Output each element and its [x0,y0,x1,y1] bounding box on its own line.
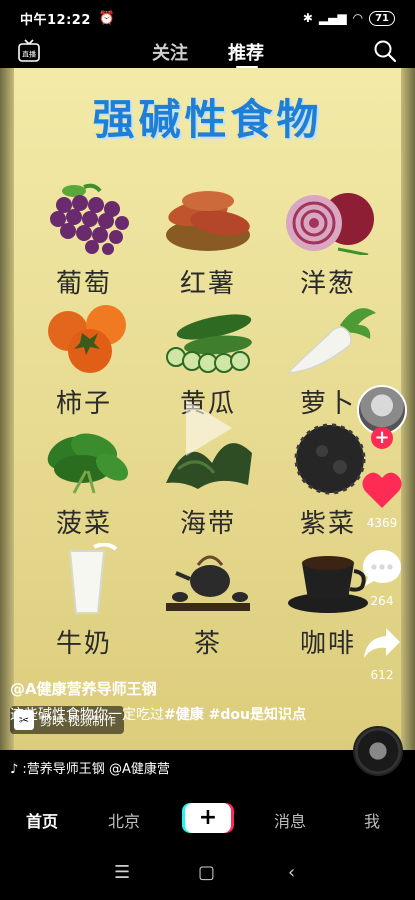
tab-following[interactable]: 关注 [152,39,188,65]
share-count: 612 [370,668,394,682]
comment-button[interactable]: 264 [357,548,407,608]
like-button[interactable]: 4369 [357,470,407,530]
alarm-icon: ⏰ [98,10,116,26]
video-title: 强碱性食物 [92,95,323,144]
clock: 中午12:22 [20,12,91,28]
music-text: ♪ :营养导师王钢 @A健康营 [10,761,170,777]
share-icon [364,628,400,658]
nav-home[interactable]: 首页 [26,808,58,832]
author-name[interactable]: @A健康营养导师王钢 [10,678,157,699]
status-icons: ✱ ▂▄▆ ◠ 71 [302,10,395,26]
caption-text: 这些碱性食物你一定吃过 [10,707,164,723]
onion-icon [286,193,374,257]
nav-messages[interactable]: 消息 [274,808,306,832]
status-bar: 中午12:22 ⏰ ✱ ▂▄▆ ◠ 71 [0,0,415,36]
svg-text:直播: 直播 [22,50,36,59]
music-disc[interactable] [353,726,403,776]
food-label: 洋葱 [299,269,356,299]
caption-hashtags[interactable]: #健康 #dou是知识点 [164,707,306,723]
food-label: 菠菜 [55,509,112,539]
food-spinach: 菠菜 [24,423,144,540]
food-persimmon: 柿子 [24,303,144,420]
top-nav: 直播 关注 推荐 [0,36,415,68]
cucumber-icon [166,314,252,373]
persimmon-icon [48,305,126,373]
milk-icon [68,542,118,614]
comment-count: 264 [370,594,394,608]
heart-icon [362,472,402,508]
live-icon[interactable]: 直播 [18,39,40,63]
food-grape: 葡萄 [24,183,144,300]
menu-icon[interactable]: ☰ [114,862,130,883]
grape-icon [50,183,129,255]
follow-button[interactable]: + [371,427,393,449]
battery-indicator: 71 [369,10,395,26]
video-edge-left [0,68,14,750]
teapot-icon [166,555,250,611]
signal-icon: ▂▄▆ [318,11,347,25]
caption[interactable]: 这些碱性食物你一定吃过#健康 #dou是知识点 [10,704,310,726]
food-milk: 牛奶 [24,542,144,660]
nav-profile[interactable]: 我 [364,808,380,832]
food-label: 柿子 [55,389,112,419]
video-player[interactable]: 强碱性食物 葡萄 红薯 洋葱 柿子 黄瓜 萝卜 菠菜 海带 紫菜 牛奶 茶 咖啡… [0,68,415,750]
back-icon[interactable]: ‹ [288,862,295,883]
food-label: 牛奶 [55,629,112,659]
food-onion: 洋葱 [268,183,388,300]
bottom-nav: 首页 北京 + 消息 我 [0,790,415,848]
food-label: 茶 [193,629,222,659]
share-button[interactable]: 612 [357,624,407,682]
wifi-icon: ◠ [352,11,364,25]
radish-icon [286,308,376,374]
search-icon[interactable] [373,39,397,63]
nav-city[interactable]: 北京 [108,808,140,832]
food-sweet-potato: 红薯 [148,183,268,300]
food-tea: 茶 [148,543,268,660]
create-post-button[interactable]: + [185,803,231,833]
food-label: 葡萄 [55,269,112,299]
spinach-icon [47,433,129,494]
tab-recommended[interactable]: 推荐 [228,39,264,65]
food-label: 红薯 [179,269,236,299]
like-count: 4369 [366,516,398,530]
bluetooth-icon: ✱ [302,11,313,25]
home-square-icon[interactable]: ▢ [198,862,215,883]
comment-icon [363,550,401,586]
food-label: 海带 [179,509,236,539]
sweet-potato-icon [166,191,250,251]
system-nav-bar: ☰ ▢ ‹ [0,848,415,900]
play-icon[interactable] [178,396,236,460]
